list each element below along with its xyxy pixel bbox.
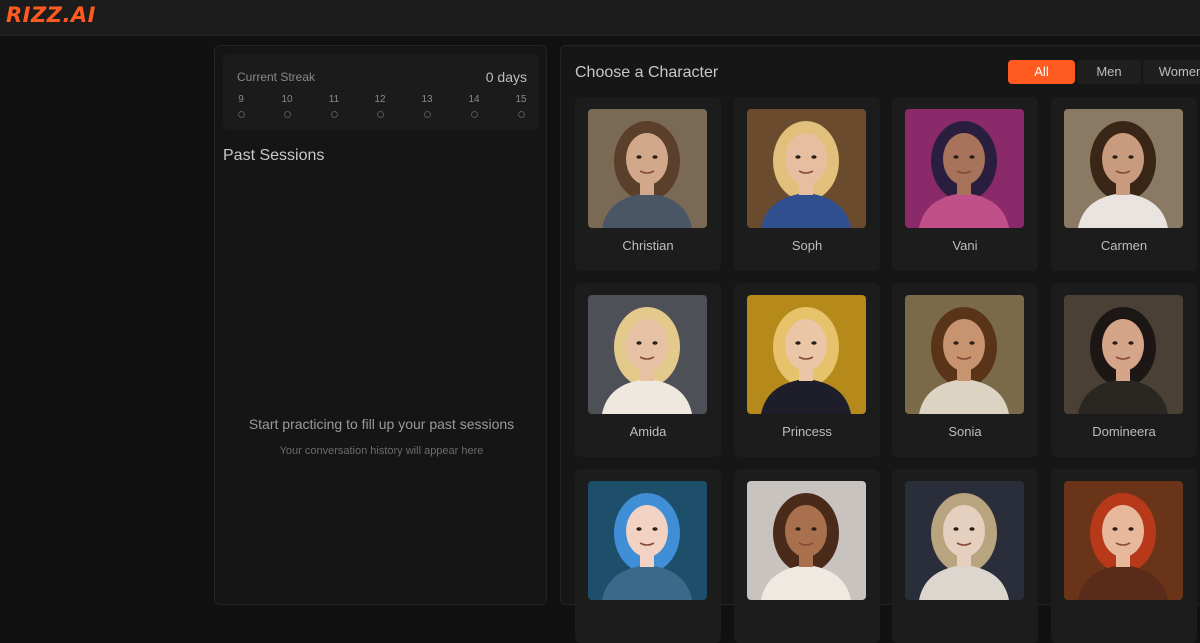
filter-women-button[interactable]: Women [1143,60,1200,84]
character-name: Amida [629,424,667,439]
character-portrait [905,109,1024,228]
character-name: Carmen [1100,238,1148,253]
character-portrait [588,295,707,414]
streak-day-label: 13 [421,94,433,105]
character-name: Domineera [1092,424,1156,439]
logo[interactable]: RIZZ.AI [6,3,96,27]
character-name: Vani [952,238,978,253]
streak-day-dot [283,111,291,118]
streak-value: 0 days [485,69,527,85]
character-portrait [747,481,866,600]
streak-day: 11 [319,94,349,118]
character-card[interactable]: Christian [575,97,721,271]
streak-day-label: 10 [281,94,293,105]
streak-day-label: 15 [515,94,527,105]
top-bar: RIZZ.AI [0,0,1200,36]
progress-panel: Current Streak 0 days 9 10 11 12 13 14 15 Past… [214,45,547,605]
character-card[interactable]: Amida [575,283,721,457]
character-card[interactable]: Soph [734,97,880,271]
character-name: Sonia [948,424,982,439]
streak-day: 13 [412,94,442,118]
empty-state-title: Start practicing to fill up your past se… [248,416,515,432]
character-card[interactable] [575,469,721,643]
character-card[interactable]: Vani [892,97,1038,271]
streak-day-label: 14 [468,94,480,105]
character-portrait [588,481,707,600]
choose-character-title: Choose a Character [575,64,719,81]
streak-day-dot [376,111,384,118]
character-card[interactable]: Sonia [892,283,1038,457]
streak-card: Current Streak 0 days 9 10 11 12 13 14 15 [223,54,539,130]
streak-day: 14 [459,94,489,118]
streak-day-dot [470,111,478,118]
character-portrait [1064,481,1183,600]
streak-day: 15 [506,94,536,118]
character-name: Christian [622,238,674,253]
character-card[interactable] [734,469,880,643]
streak-day-dot [237,111,245,118]
character-portrait [1064,295,1183,414]
empty-state-subtitle: Your conversation history will appear he… [279,445,484,457]
streak-day-dot [423,111,431,118]
streak-day: 12 [365,94,395,118]
streak-day-label: 9 [238,94,244,105]
streak-day-label: 11 [328,94,340,105]
streak-day-dot [330,111,338,118]
character-portrait [588,109,707,228]
character-name: Soph [791,238,823,253]
streak-day-dot [517,111,525,118]
past-sessions-title: Past Sessions [223,147,325,164]
character-panel: Choose a Character All Men Women Christi… [560,45,1200,643]
character-portrait [905,481,1024,600]
character-portrait [747,295,866,414]
character-card[interactable]: Carmen [1051,97,1197,271]
streak-day: 9 [226,94,256,118]
character-portrait [905,295,1024,414]
character-card[interactable] [892,469,1038,643]
streak-day: 10 [272,94,302,118]
character-name: Princess [782,424,832,439]
filter-all-button[interactable]: All [1008,60,1075,84]
streak-day-label: 12 [374,94,386,105]
filter-men-button[interactable]: Men [1077,60,1141,84]
character-card[interactable] [1051,469,1197,643]
character-portrait [747,109,866,228]
streak-label: Current Streak [237,70,316,84]
character-portrait [1064,109,1183,228]
character-card[interactable]: Princess [734,283,880,457]
character-card[interactable]: Domineera [1051,283,1197,457]
